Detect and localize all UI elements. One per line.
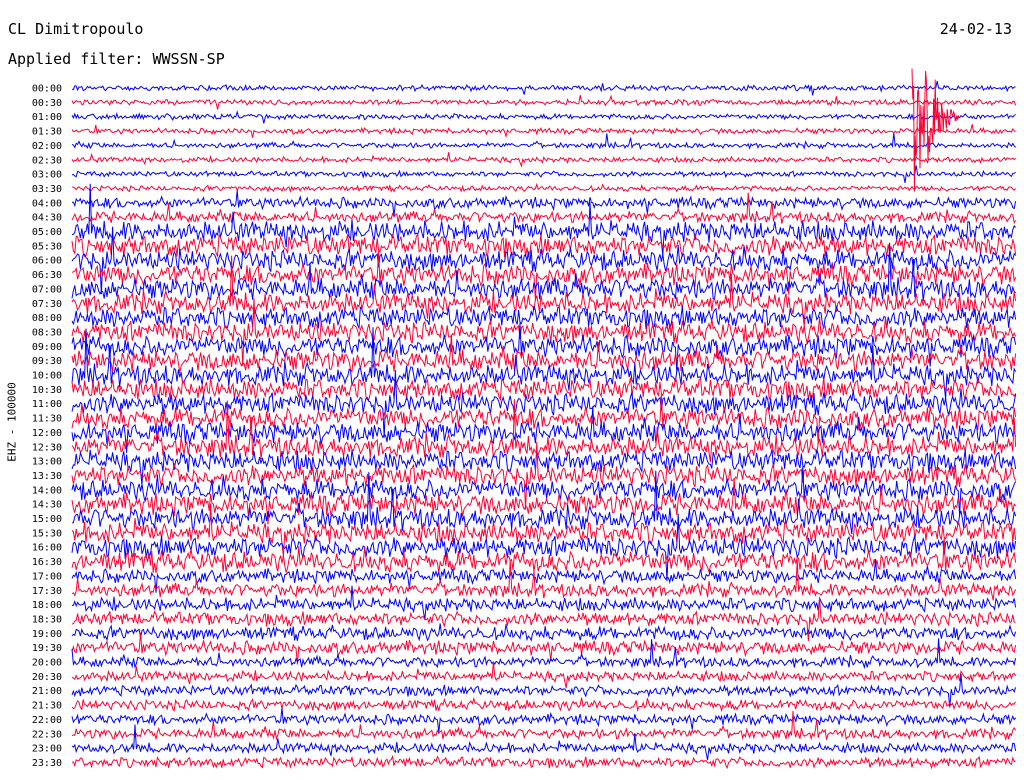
trace-line	[71, 638, 1017, 670]
time-tick-label: 11:00	[32, 399, 62, 410]
time-tick-label: 13:30	[32, 471, 62, 482]
time-tick-label: 06:00	[32, 256, 62, 267]
time-tick-label: 11:30	[32, 414, 62, 425]
time-tick-label: 17:30	[32, 586, 62, 597]
trace-line	[71, 110, 1016, 124]
time-tick-label: 07:30	[32, 299, 62, 310]
time-tick-label: 03:00	[32, 170, 62, 181]
time-tick-label: 08:00	[32, 313, 62, 324]
time-tick-label: 14:30	[32, 500, 62, 511]
trace-line	[71, 182, 1016, 193]
trace-line	[71, 190, 1017, 217]
trace-line	[71, 449, 1017, 485]
trace-line	[71, 152, 1016, 168]
time-tick-label: 05:00	[32, 227, 62, 238]
trace-line	[71, 754, 1016, 770]
time-tick-label: 22:00	[32, 715, 62, 726]
time-tick-label: 05:30	[32, 241, 62, 252]
time-tick-label: 00:30	[32, 98, 62, 109]
time-tick-label: 17:00	[32, 571, 62, 582]
trace-line	[71, 80, 1016, 96]
trace-line	[71, 623, 1017, 642]
helicorder-plot: 00:00 00:30 01:00 01:30 02:00 02:30 03:00 03:30…	[32, 68, 1017, 770]
time-tick-label: 08:30	[32, 327, 62, 338]
trace-line	[71, 710, 1017, 741]
time-tick-label: 16:30	[32, 557, 62, 568]
time-tick-label: 04:00	[32, 198, 62, 209]
time-tick-label: 06:30	[32, 270, 62, 281]
time-tick-label: 23:00	[32, 744, 62, 755]
time-tick-label: 02:30	[32, 155, 62, 166]
trace-line	[71, 124, 1016, 139]
time-tick-label: 12:30	[32, 442, 62, 453]
time-tick-label: 14:00	[32, 485, 62, 496]
trace-line	[71, 192, 1017, 225]
time-tick-label: 04:30	[32, 213, 62, 224]
time-tick-label: 09:00	[32, 342, 62, 353]
trace-line	[71, 298, 1017, 367]
time-tick-label: 10:30	[32, 385, 62, 396]
time-tick-label: 18:30	[32, 614, 62, 625]
time-tick-label: 21:00	[32, 686, 62, 697]
time-tick-label: 00:00	[32, 84, 62, 95]
time-tick-label: 01:00	[32, 112, 62, 123]
time-tick-label: 23:30	[32, 758, 62, 769]
time-tick-label: 13:00	[32, 457, 62, 468]
trace-line	[71, 538, 1017, 574]
time-tick-label: 19:30	[32, 643, 62, 654]
time-tick-label: 20:00	[32, 658, 62, 669]
trace-line	[71, 470, 1017, 535]
time-tick-label: 19:00	[32, 629, 62, 640]
time-tick-label: 20:30	[32, 672, 62, 683]
time-tick-label: 16:00	[32, 543, 62, 554]
time-tick-label: 07:00	[32, 284, 62, 295]
time-tick-label: 09:30	[32, 356, 62, 367]
trace-line	[71, 696, 1017, 713]
time-tick-label: 03:30	[32, 184, 62, 195]
trace-line	[71, 707, 1017, 733]
time-tick-label: 18:00	[32, 600, 62, 611]
time-tick-label: 12:00	[32, 428, 62, 439]
trace-line	[71, 133, 1016, 151]
trace-line	[71, 94, 1017, 110]
time-tick-label: 10:00	[32, 371, 62, 382]
time-tick-label: 22:30	[32, 729, 62, 740]
time-tick-label: 02:00	[32, 141, 62, 152]
time-tick-label: 21:30	[32, 701, 62, 712]
time-tick-label: 01:30	[32, 127, 62, 138]
time-tick-label: 15:30	[32, 528, 62, 539]
time-tick-label: 15:00	[32, 514, 62, 525]
trace-line	[71, 394, 1017, 445]
trace-line	[71, 661, 1017, 689]
trace-line	[71, 165, 1016, 183]
trace-line	[71, 724, 1017, 761]
